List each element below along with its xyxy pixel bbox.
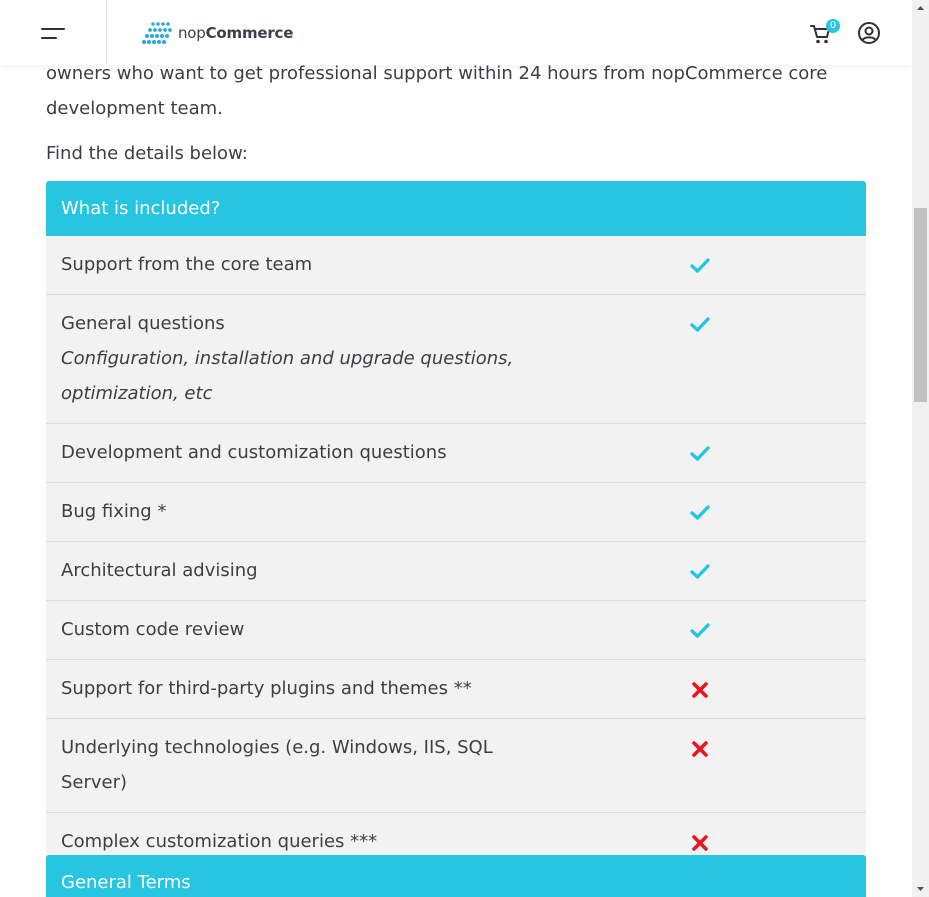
row-label: Architectural advising xyxy=(61,560,258,581)
row-label: Bug fixing * xyxy=(61,501,167,522)
scrollbar[interactable] xyxy=(912,0,929,897)
intro-line-2: development team. xyxy=(46,98,223,119)
row-label: Underlying technologies (e.g. Windows, I… xyxy=(61,737,493,793)
check-icon xyxy=(690,317,710,332)
table-row: Custom code review xyxy=(46,601,866,660)
table-row: Underlying technologies (e.g. Windows, I… xyxy=(46,719,866,813)
support-table: What is included? Support from the core … xyxy=(46,181,866,872)
cross-icon xyxy=(692,682,708,698)
cart-count-badge: 0 xyxy=(826,19,840,33)
row-label: Support from the core team xyxy=(61,254,313,275)
cross-icon xyxy=(692,835,708,851)
scroll-up-arrow-icon[interactable] xyxy=(912,0,929,17)
row-label: Development and customization questions xyxy=(61,442,447,463)
page: nopCommerce 0 owners who want to get pro… xyxy=(0,0,912,897)
scroll-down-arrow-icon[interactable] xyxy=(912,880,929,897)
check-icon xyxy=(690,623,710,638)
logo-text: nopCommerce xyxy=(178,24,294,42)
check-icon xyxy=(690,505,710,520)
table-rows: Support from the core team General questi… xyxy=(46,236,866,872)
hamburger-icon[interactable] xyxy=(36,22,70,44)
table-row: Support from the core team xyxy=(46,236,866,295)
check-icon xyxy=(690,446,710,461)
row-label: Custom code review xyxy=(61,619,245,640)
logo-dots-icon xyxy=(142,22,172,44)
scroll-thumb[interactable] xyxy=(914,208,927,402)
site-header: nopCommerce 0 xyxy=(0,0,912,65)
check-icon xyxy=(690,258,710,273)
site-logo[interactable]: nopCommerce xyxy=(141,20,293,46)
user-circle-icon[interactable] xyxy=(857,21,881,45)
header-divider xyxy=(106,0,107,65)
row-sublabel: Configuration, installation and upgrade … xyxy=(61,348,514,404)
cart-button[interactable]: 0 xyxy=(810,19,840,46)
table-row: Support for third-party plugins and them… xyxy=(46,660,866,719)
check-icon xyxy=(690,564,710,579)
cross-icon xyxy=(692,741,708,757)
find-details-text: Find the details below: xyxy=(46,143,248,164)
intro-section: owners who want to get professional supp… xyxy=(46,56,866,171)
row-label: Complex customization queries *** xyxy=(61,831,378,852)
table-row: Bug fixing * xyxy=(46,483,866,542)
table-heading: What is included? xyxy=(46,181,866,236)
general-terms-heading: General Terms xyxy=(46,855,866,897)
table-row: Architectural advising xyxy=(46,542,866,601)
row-label: Support for third-party plugins and them… xyxy=(61,678,472,699)
table-row: General questions Configuration, installa… xyxy=(46,295,866,424)
table-row: Development and customization questions xyxy=(46,424,866,483)
row-label: General questions xyxy=(61,313,225,334)
